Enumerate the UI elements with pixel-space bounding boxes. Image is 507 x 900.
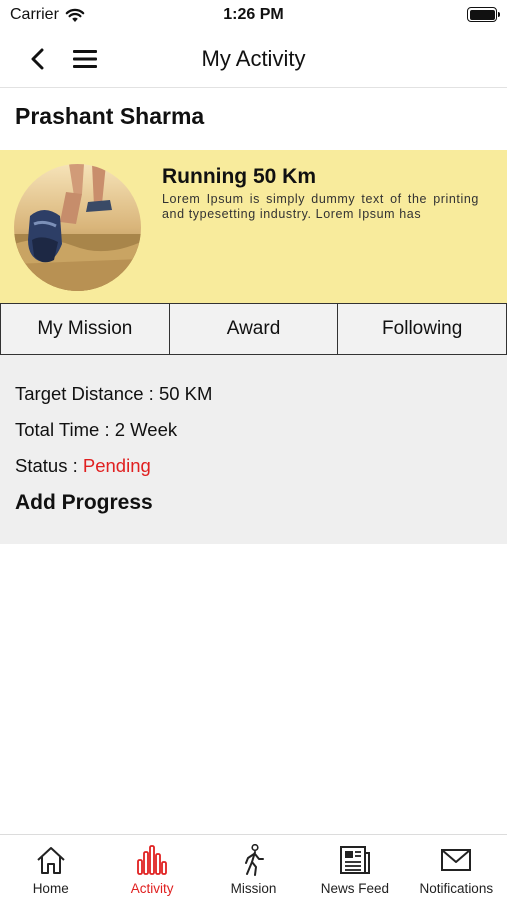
- mission-details: Target Distance : 50 KM Total Time : 2 W…: [0, 355, 507, 544]
- battery-icon: [467, 7, 500, 22]
- activity-image: [14, 164, 141, 291]
- activity-title: Running 50 Km: [162, 165, 317, 188]
- status-bar: Carrier 1:26 PM: [0, 0, 507, 30]
- bottom-tab-mission[interactable]: Mission: [203, 835, 304, 900]
- page-title: My Activity: [201, 46, 306, 71]
- activity-description: Lorem Ipsum is simply dummy text of the …: [162, 192, 479, 221]
- nav-bar: My Activity: [0, 30, 507, 88]
- home-icon: [37, 847, 65, 874]
- total-time: Total Time : 2 Week: [15, 419, 178, 440]
- bottom-tab-bar: Home Activity Mission News Feed Notifica…: [0, 834, 507, 900]
- bottom-tab-home[interactable]: Home: [0, 835, 101, 900]
- bottom-tab-activity[interactable]: Activity: [101, 835, 202, 900]
- target-distance: Target Distance : 50 KM: [15, 383, 213, 404]
- bottom-tab-label: Mission: [230, 881, 277, 896]
- walking-person-icon: [244, 844, 264, 876]
- bottom-tab-news-feed[interactable]: News Feed: [304, 835, 405, 900]
- bottom-tab-label: News Feed: [320, 881, 390, 896]
- status-value: Pending: [82, 455, 151, 476]
- status-label: Status :: [15, 455, 83, 476]
- clock: 1:26 PM: [223, 6, 284, 23]
- tab-award[interactable]: Award: [169, 303, 339, 355]
- tab-following[interactable]: Following: [338, 303, 507, 355]
- envelope-icon: [441, 849, 472, 871]
- bottom-tab-label: Home: [32, 881, 69, 896]
- status-row: Status : Pending: [15, 455, 151, 477]
- add-progress-button[interactable]: Add Progress: [15, 491, 153, 515]
- tab-my-mission[interactable]: My Mission: [0, 303, 170, 355]
- user-name: Prashant Sharma: [15, 103, 205, 129]
- activity-tabs: My Mission Award Following: [0, 303, 507, 355]
- activity-card[interactable]: Running 50 Km Lorem Ipsum is simply dumm…: [0, 150, 507, 303]
- newspaper-icon: [339, 846, 370, 874]
- bottom-tab-notifications[interactable]: Notifications: [406, 835, 507, 900]
- activity-bars-icon: [137, 845, 168, 875]
- bottom-tab-label: Notifications: [419, 881, 494, 896]
- bottom-tab-label: Activity: [130, 881, 174, 896]
